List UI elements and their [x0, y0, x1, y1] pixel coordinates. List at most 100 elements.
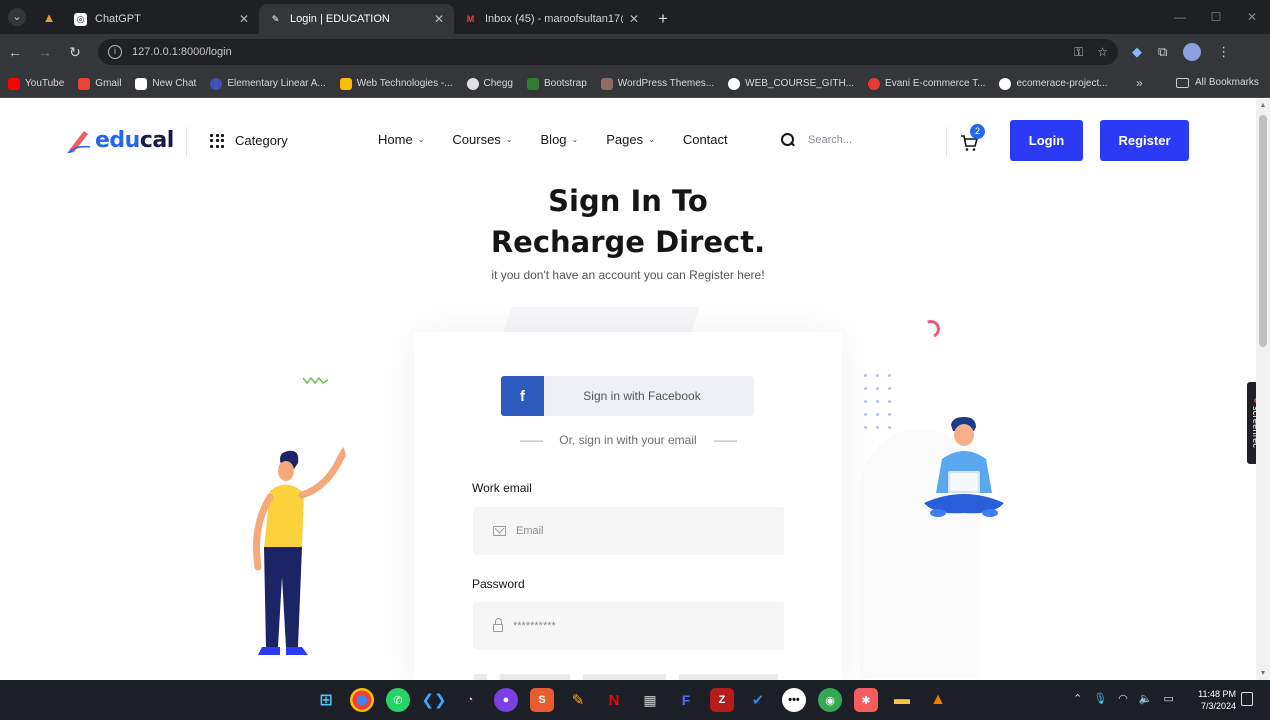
- site-logo[interactable]: educal: [66, 127, 174, 153]
- chatgpt-icon: [135, 77, 148, 90]
- windows-start-icon[interactable]: ⊞: [314, 688, 338, 712]
- bookmark-linear-algebra[interactable]: Elementary Linear A...: [210, 77, 326, 90]
- bookmark-ecomerace-project[interactable]: ecomerace-project...: [999, 77, 1108, 90]
- tab-search-button[interactable]: ⌄: [0, 0, 34, 34]
- discord-icon[interactable]: •••: [782, 688, 806, 712]
- tab-chatgpt[interactable]: ◎ ChatGPT ✕: [64, 4, 259, 34]
- site-search[interactable]: Search...: [781, 133, 852, 146]
- book-icon: [210, 77, 223, 90]
- paint-icon[interactable]: ✎: [566, 688, 590, 712]
- wifi-icon[interactable]: ◠: [1118, 692, 1128, 705]
- bookmark-wordpress-themes[interactable]: WordPress Themes...: [600, 77, 714, 90]
- new-tab-button[interactable]: +: [649, 4, 677, 34]
- pinned-tab[interactable]: ▲: [34, 0, 64, 34]
- calculator-icon[interactable]: ▦: [638, 688, 662, 712]
- email-field[interactable]: Email: [473, 507, 784, 555]
- squiggle-decoration-icon: [302, 376, 329, 385]
- chegg-icon: [466, 77, 479, 90]
- bookmark-gmail[interactable]: Gmail: [78, 77, 121, 90]
- password-value: **********: [513, 620, 556, 632]
- close-tab-icon[interactable]: ✕: [434, 12, 444, 26]
- bookmark-web-course-github[interactable]: WEB_COURSE_GITH...: [728, 77, 854, 90]
- reload-button[interactable]: ↻: [60, 34, 90, 70]
- bookmark-evani-ecommerce[interactable]: Evani E-commerce T...: [868, 77, 985, 90]
- bookmark-youtube[interactable]: YouTube: [8, 77, 64, 90]
- grid-icon: [210, 133, 224, 148]
- tab-login-education[interactable]: ✎ Login | EDUCATION ✕: [259, 4, 454, 34]
- chrome-canary-icon[interactable]: ◉: [818, 688, 842, 712]
- key-icon[interactable]: ⚿: [1074, 45, 1083, 60]
- arrow-left-icon: ←: [8, 44, 22, 60]
- nav-blog[interactable]: Blog ⌄: [541, 132, 579, 147]
- github-desktop-icon[interactable]: ●: [494, 688, 518, 712]
- close-window-button[interactable]: ✕: [1234, 0, 1270, 34]
- password-field[interactable]: **********: [473, 602, 784, 650]
- bookmark-new-chat[interactable]: New Chat: [135, 77, 196, 90]
- more-menu-icon[interactable]: ⋮: [1217, 44, 1230, 60]
- address-bar[interactable]: i 127.0.0.1:8000/login ⚿ ☆: [98, 39, 1118, 65]
- slack-icon[interactable]: ✱: [854, 688, 878, 712]
- nav-home[interactable]: Home ⌄: [378, 132, 424, 147]
- bootstrap-icon: [526, 77, 539, 90]
- login-button[interactable]: Login: [1010, 120, 1083, 161]
- cart-button[interactable]: 2: [960, 124, 985, 153]
- more-bookmarks-chevron-icon[interactable]: »: [1136, 76, 1143, 90]
- sign-in-with-facebook-button[interactable]: f Sign in with Facebook: [501, 376, 754, 416]
- site-info-icon[interactable]: i: [108, 45, 122, 59]
- nav-contact[interactable]: Contact: [683, 132, 728, 147]
- microphone-icon[interactable]: 🎙: [1093, 692, 1107, 705]
- chrome-icon[interactable]: [350, 688, 374, 712]
- maximize-button[interactable]: ☐: [1198, 0, 1234, 34]
- notification-icon[interactable]: [1241, 692, 1253, 706]
- tray-chevron-up-icon[interactable]: ⌃: [1073, 692, 1082, 705]
- person-with-laptop-illustration: [924, 417, 1004, 517]
- bookmark-web-technologies[interactable]: Web Technologies -...: [339, 77, 453, 90]
- filezilla-icon[interactable]: Z: [710, 688, 734, 712]
- scroll-down-icon[interactable]: ▼: [1256, 670, 1270, 677]
- search-icon[interactable]: [781, 133, 794, 146]
- close-tab-icon[interactable]: ✕: [239, 12, 249, 26]
- category-menu[interactable]: Category: [210, 133, 288, 148]
- whatsapp-icon[interactable]: ✆: [386, 688, 410, 712]
- tab-title: ChatGPT: [95, 13, 141, 25]
- page-viewport: educal Category Home ⌄ Courses ⌄ Blog ⌄ Pag…: [0, 99, 1270, 680]
- copilot-icon[interactable]: ◔: [458, 688, 482, 712]
- gmail-icon: M: [466, 14, 475, 24]
- nav-pages[interactable]: Pages ⌄: [606, 132, 655, 147]
- sublime-icon[interactable]: S: [530, 688, 554, 712]
- extension-gem-icon[interactable]: ◆: [1132, 44, 1142, 60]
- url-text: 127.0.0.1:8000/login: [132, 46, 232, 58]
- window-controls: — ☐ ✕: [1162, 0, 1270, 34]
- search-input[interactable]: Search...: [808, 134, 852, 146]
- nav-courses[interactable]: Courses ⌄: [452, 132, 512, 147]
- file-explorer-icon[interactable]: ▬: [890, 688, 914, 712]
- vscode-icon[interactable]: ❮❯: [421, 688, 446, 712]
- register-button[interactable]: Register: [1100, 120, 1189, 161]
- page-scrollbar[interactable]: ▲ ▼: [1256, 99, 1270, 680]
- bookmark-chegg[interactable]: Chegg: [466, 77, 513, 90]
- netflix-icon[interactable]: N: [602, 688, 626, 712]
- profile-avatar[interactable]: [1183, 43, 1202, 61]
- main-nav: Home ⌄ Courses ⌄ Blog ⌄ Pages ⌄ Contact: [378, 132, 728, 147]
- or-divider-text: Or, sign in with your email: [559, 433, 697, 447]
- extensions-puzzle-icon[interactable]: ⧉: [1158, 44, 1167, 60]
- taskbar-clock[interactable]: 11:48 PM 7/3/2024: [1190, 688, 1236, 712]
- close-icon: ✕: [1246, 10, 1258, 24]
- back-button[interactable]: ←: [0, 34, 30, 70]
- facebook-icon: f: [501, 376, 544, 416]
- dots-decoration-icon: [864, 374, 891, 429]
- vlc-icon[interactable]: ▲: [926, 688, 950, 712]
- all-bookmarks-button[interactable]: All Bookmarks: [1176, 77, 1259, 88]
- bookmark-bootstrap[interactable]: Bootstrap: [526, 77, 587, 90]
- forward-button[interactable]: →: [30, 34, 60, 70]
- tab-gmail-inbox[interactable]: M Inbox (45) - maroofsultan17@... ✕: [454, 4, 649, 34]
- close-tab-icon[interactable]: ✕: [629, 12, 639, 26]
- scroll-up-icon[interactable]: ▲: [1256, 102, 1270, 109]
- minimize-button[interactable]: —: [1162, 0, 1198, 34]
- volume-icon[interactable]: 🔈: [1139, 692, 1153, 705]
- todo-icon[interactable]: ✔: [746, 688, 770, 712]
- star-icon[interactable]: ☆: [1097, 45, 1108, 59]
- scrollbar-thumb[interactable]: [1259, 115, 1267, 347]
- forms-icon[interactable]: F: [674, 688, 698, 712]
- battery-icon[interactable]: ▭: [1164, 692, 1174, 705]
